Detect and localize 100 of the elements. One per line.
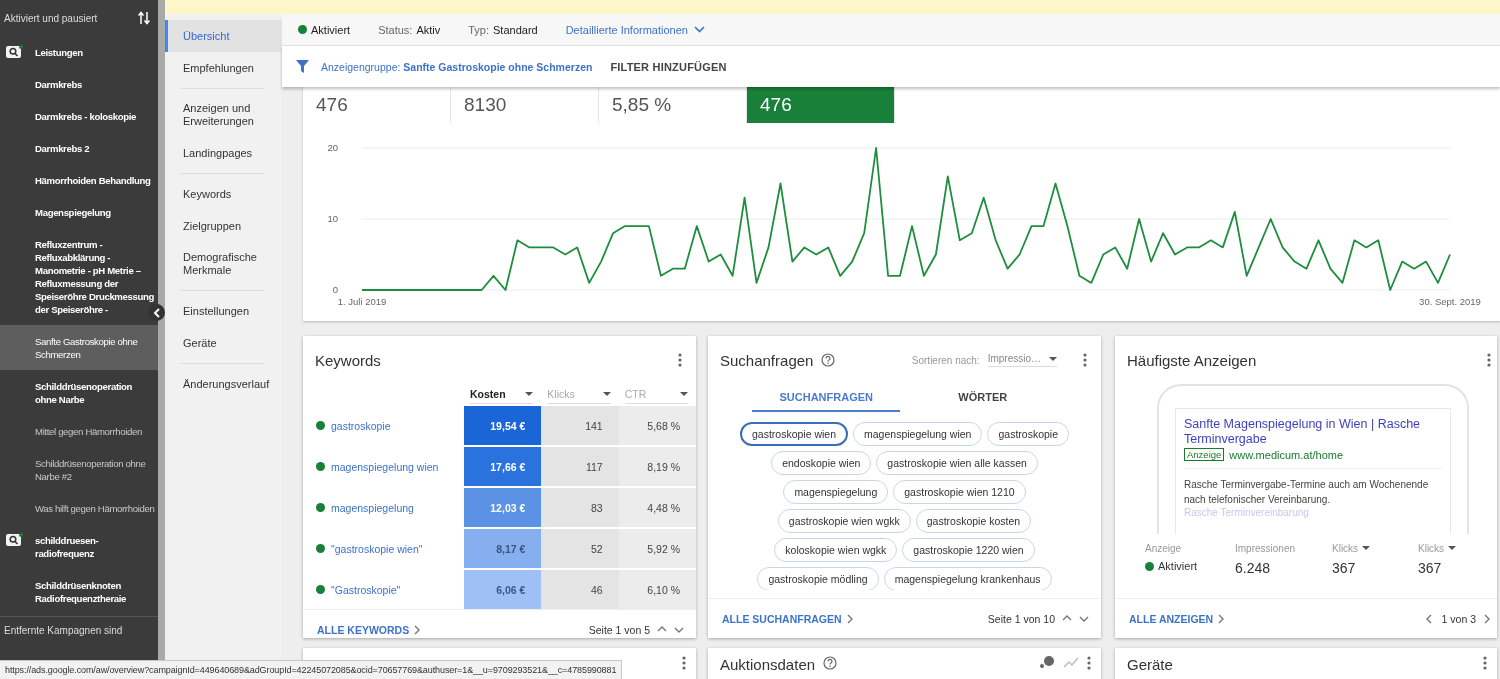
- more-icon[interactable]: [678, 353, 682, 367]
- search-term-chip[interactable]: gastroskopie kosten: [915, 509, 1032, 533]
- table-cell: 46: [541, 569, 619, 609]
- search-term-chip[interactable]: magenspiegelung wien: [853, 422, 983, 446]
- nav-item[interactable]: Einstellungen: [165, 295, 282, 327]
- all-keywords-link[interactable]: ALLE KEYWORDS: [317, 623, 424, 636]
- sidebar-item[interactable]: Darmkrebs: [0, 68, 158, 100]
- sidebar-item[interactable]: Schilddrüsenknoten Radiofrequenztheraie: [0, 569, 158, 614]
- ad-extension: Rasche Terminvereinbarung: [1184, 507, 1310, 518]
- add-filter-button[interactable]: FILTER HINZUFÜGEN: [604, 59, 733, 74]
- keyword-link[interactable]: "Gastroskopie": [331, 583, 401, 596]
- more-icon[interactable]: [1083, 353, 1087, 367]
- sidebar-item[interactable]: Hämorrhoiden Behandlung: [0, 164, 158, 196]
- sidebar-item[interactable]: Sanfte Gastroskopie ohne Schmerzen: [0, 325, 158, 370]
- metric-value[interactable]: 476: [747, 87, 895, 123]
- caret-icon: [525, 391, 534, 396]
- help-icon[interactable]: [823, 656, 838, 670]
- nav-item[interactable]: Empfehlungen: [165, 52, 282, 84]
- table-cell: 17,66 €: [464, 446, 542, 487]
- table-cell: 8,17 €: [464, 528, 542, 569]
- sidebar-item[interactable]: Magenspiegelung: [0, 196, 158, 228]
- filter-chip[interactable]: Anzeigengruppe: Sanfte Gastroskopie ohne Schmerzen: [321, 60, 593, 73]
- all-search-terms-link[interactable]: ALLE SUCHANFRAGEN: [722, 612, 856, 625]
- search-term-chip[interactable]: gastroskopie mödling: [757, 567, 879, 590]
- pager-label: 1 von 3: [1441, 612, 1476, 625]
- tab[interactable]: SUCHANFRAGEN: [752, 384, 901, 412]
- nav-item[interactable]: Demografische Merkmale: [165, 242, 282, 286]
- sort-label: Sortieren nach:: [911, 354, 980, 366]
- sidebar-item[interactable]: Mittel gegen Hämorrhoiden: [0, 415, 158, 447]
- details-link[interactable]: Detaillierte Informationen: [565, 23, 705, 36]
- field-value: Standard: [493, 23, 538, 36]
- pager-label: Seite 1 von 10: [987, 612, 1055, 625]
- sidebar-header: Aktiviert und pausiert: [4, 12, 98, 24]
- all-ads-link[interactable]: ALLE ANZEIGEN: [1129, 612, 1228, 625]
- sort-dropdown[interactable]: Impressio…: [987, 353, 1057, 367]
- tab[interactable]: WÖRTER: [908, 384, 1057, 412]
- more-icon[interactable]: [1483, 656, 1487, 670]
- scatter-icon[interactable]: [1039, 656, 1055, 668]
- nav-item[interactable]: Übersicht: [165, 20, 282, 52]
- keyword-link[interactable]: gastroskopie: [331, 419, 391, 432]
- search-term-chip[interactable]: gastroskopie wien: [740, 422, 849, 446]
- sidebar-item[interactable]: Was hilft gegen Hämorrhoiden: [0, 492, 158, 524]
- status-bar: https://ads.google.com/aw/overview?campaignId=449640689&adGroupId=42245072085&ocid=70657769&authuser=1&__u=9709293521&__c=4785990881: [0, 660, 623, 679]
- search-term-chip[interactable]: endoskopie wien: [771, 451, 872, 475]
- filter-icon[interactable]: [296, 60, 309, 73]
- ad-headline[interactable]: Sanfte Magenspiegelung in Wien | Rasche Terminvergabe: [1184, 417, 1442, 447]
- search-term-chip[interactable]: gastroskopie wien wgkk: [777, 509, 911, 533]
- nav-item[interactable]: Anzeigen und Erweiterungen: [165, 93, 282, 137]
- axis-label: 0: [332, 284, 338, 295]
- stat-label: Anzeige: [1145, 542, 1182, 554]
- sidebar-item[interactable]: Darmkrebs - koloskopie: [0, 100, 158, 132]
- sidebar-item[interactable]: Leistungen: [0, 36, 158, 68]
- sort-icon[interactable]: [138, 11, 150, 25]
- table-cell: 52: [541, 528, 619, 569]
- sidebar-item[interactable]: Darmkrebs 2: [0, 132, 158, 164]
- help-icon[interactable]: [821, 353, 836, 367]
- nav-item[interactable]: Zielgruppen: [165, 210, 282, 242]
- search-term-chip[interactable]: gastroskopie wien alle kassen: [876, 451, 1038, 475]
- search-term-chip[interactable]: gastroskopie wien 1210: [893, 480, 1026, 504]
- column-header[interactable]: Kosten: [464, 384, 542, 405]
- caret-icon: [680, 391, 688, 396]
- search-term-chip[interactable]: magenspiegelung: [783, 480, 889, 504]
- table-cell: 8,19 %: [618, 446, 696, 487]
- nav-item[interactable]: Keywords: [165, 178, 282, 210]
- search-icon: [6, 533, 23, 546]
- more-icon[interactable]: [1487, 353, 1491, 367]
- field-value: Aktiv: [416, 23, 441, 36]
- search-term-chip[interactable]: gastroskopie 1220 wien: [902, 538, 1035, 562]
- metric-value[interactable]: 8130: [451, 87, 599, 123]
- table-cell: 141: [541, 405, 619, 446]
- nav-item[interactable]: Landingpages: [165, 137, 282, 169]
- caret-icon: [1362, 546, 1371, 550]
- search-term-chip[interactable]: gastroskopie: [987, 422, 1069, 446]
- table-cell: 4,48 %: [618, 487, 696, 528]
- table-cell: 83: [541, 487, 619, 528]
- more-icon[interactable]: [1087, 656, 1091, 670]
- nav-item[interactable]: Änderungsverlauf: [165, 368, 282, 400]
- keyword-link[interactable]: magenspiegelung wien: [331, 460, 439, 473]
- sidebar-item[interactable]: Schilddrüsenoperation ohne Narbe #2: [0, 447, 158, 492]
- table-cell: 6,10 %: [618, 569, 696, 609]
- sidebar-item[interactable]: Refluxzentrum - Refluxabklärung - Manometrie - pH Metrie – Refluxmessung der Speiseröhre Druckmessung der Speiseröhre -: [0, 228, 158, 325]
- search-term-chip[interactable]: koloskopie wien wgkk: [774, 538, 898, 562]
- table-cell: 6,06 €: [464, 569, 542, 609]
- keyword-link[interactable]: magenspiegelung: [331, 501, 414, 514]
- status-label: Aktiviert: [311, 23, 351, 36]
- pager-label: Seite 1 von 5: [588, 623, 650, 636]
- sidebar-item[interactable]: schilddruesen-radiofrequenz: [0, 524, 158, 569]
- keyword-link[interactable]: "gastroskopie wien": [331, 542, 423, 555]
- search-term-chip[interactable]: magenspiegelung krankenhaus: [883, 567, 1052, 590]
- table-cell: 12,03 €: [464, 487, 542, 528]
- metric-value[interactable]: 476: [303, 87, 451, 123]
- table-cell: 19,54 €: [464, 405, 542, 446]
- sidebar-item[interactable]: Schilddrüsenoperation ohne Narbe: [0, 370, 158, 415]
- caret-icon: [602, 391, 611, 396]
- more-icon[interactable]: [682, 656, 686, 670]
- nav-item[interactable]: Geräte: [165, 327, 282, 359]
- table-cell: 5,68 %: [618, 405, 696, 446]
- sidebar-footer: Entfernte Kampagnen sind: [0, 616, 158, 644]
- ad-badge: Anzeige: [1184, 448, 1225, 461]
- chevron-down-icon: [693, 26, 705, 33]
